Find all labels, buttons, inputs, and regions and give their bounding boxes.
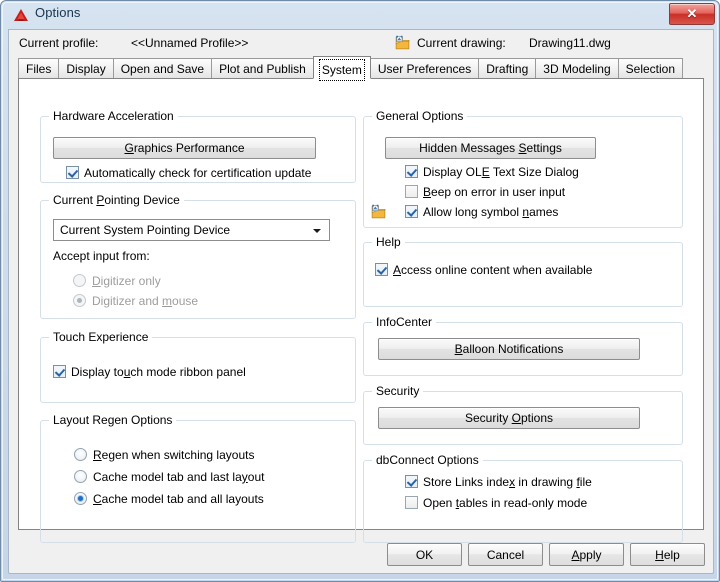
window-title: Options (35, 5, 81, 20)
close-icon: ✕ (686, 6, 698, 21)
display-ole-text-size-label: Display OLE Text Size Dialog (423, 165, 579, 179)
group-help-label: Help (372, 235, 405, 249)
group-security-label: Security (372, 384, 424, 398)
accept-input-from-label: Accept input from: (53, 249, 150, 263)
radio-icon (74, 448, 87, 461)
radio-icon (73, 274, 86, 287)
group-dbconnect-options-label: dbConnect Options (372, 453, 483, 467)
radio-icon (74, 492, 87, 505)
store-links-index-label: Store Links index in drawing file (423, 475, 592, 489)
close-button[interactable]: ✕ (669, 3, 715, 25)
group-general-options-label: General Options (372, 109, 468, 123)
radio-digitizer-only-label: Digitizer only (92, 274, 161, 288)
group-infocenter-label: InfoCenter (372, 315, 437, 329)
tab-open-and-save[interactable]: Open and Save (112, 58, 213, 79)
checkbox-icon (405, 165, 418, 178)
tab-display[interactable]: Display (58, 58, 114, 79)
apply-button[interactable]: Apply (549, 543, 624, 566)
title-bar: Options ✕ (1, 1, 720, 29)
ok-button-label: OK (415, 548, 434, 562)
radio-icon (74, 470, 87, 483)
store-links-index-checkbox[interactable]: Store Links index in drawing file (405, 475, 592, 489)
tab-3d-modeling[interactable]: 3D Modeling (535, 58, 619, 79)
cancel-button-label: Cancel (486, 548, 525, 562)
options-dialog-window: Options ✕ Current profile: <<Unnamed Pro… (0, 0, 720, 582)
balloon-notifications-button[interactable]: Balloon Notifications (378, 338, 640, 360)
current-drawing-label: Current drawing: (417, 36, 506, 50)
checkbox-icon (405, 185, 418, 198)
checkbox-icon (405, 496, 418, 509)
dialog-client-area: Current profile: <<Unnamed Profile>> Cur… (8, 29, 714, 574)
access-online-content-checkbox[interactable]: Access online content when available (375, 263, 592, 277)
security-options-button-label: Security Options (464, 411, 554, 425)
profile-header-row: Current profile: <<Unnamed Profile>> Cur… (9, 30, 713, 58)
system-tab-page: Hardware Acceleration Graphics Performan… (18, 78, 704, 543)
tab-system[interactable]: System (312, 56, 371, 81)
auto-check-certification-label: Automatically check for certification up… (84, 166, 312, 180)
drawing-file-icon (395, 35, 410, 50)
radio-regen-when-switching[interactable]: Regen when switching layouts (74, 448, 254, 462)
radio-cache-model-all-layouts-label: Cache model tab and all layouts (93, 492, 264, 506)
tab-strip: Files Display Open and Save Plot and Pub… (18, 56, 708, 100)
help-button-label: Help (655, 548, 680, 562)
ok-button[interactable]: OK (387, 543, 462, 566)
drawing-file-icon (371, 204, 386, 219)
hidden-messages-settings-button-label: Hidden Messages Settings (419, 141, 562, 155)
radio-digitizer-and-mouse[interactable]: Digitizer and mouse (73, 294, 198, 308)
beep-on-error-checkbox[interactable]: Beep on error in user input (405, 185, 565, 199)
checkbox-icon (53, 365, 66, 378)
checkbox-icon (405, 205, 418, 218)
display-ole-text-size-checkbox[interactable]: Display OLE Text Size Dialog (405, 165, 579, 179)
current-drawing-value: Drawing11.dwg (529, 36, 611, 50)
checkbox-icon (405, 475, 418, 488)
checkbox-icon (66, 166, 79, 179)
pointing-device-combobox[interactable]: Current System Pointing Device (53, 219, 330, 241)
group-layout-regen-options-label: Layout Regen Options (49, 413, 177, 427)
tab-plot-and-publish[interactable]: Plot and Publish (211, 58, 314, 79)
graphics-performance-button[interactable]: Graphics Performance (53, 137, 316, 159)
help-button[interactable]: Help (630, 543, 705, 566)
current-profile-value: <<Unnamed Profile>> (131, 36, 249, 50)
open-tables-readonly-checkbox[interactable]: Open tables in read-only mode (405, 496, 587, 510)
hidden-messages-settings-button[interactable]: Hidden Messages Settings (385, 137, 596, 159)
radio-icon (73, 294, 86, 307)
balloon-notifications-button-label: Balloon Notifications (454, 342, 564, 356)
tab-user-preferences[interactable]: User Preferences (369, 58, 480, 79)
autocad-logo-icon (14, 9, 28, 21)
cancel-button[interactable]: Cancel (468, 543, 543, 566)
allow-long-symbol-names-checkbox[interactable]: Allow long symbol names (405, 205, 558, 219)
group-current-pointing-device-label: Current Pointing Device (49, 193, 184, 207)
group-hardware-acceleration-label: Hardware Acceleration (49, 109, 178, 123)
beep-on-error-label: Beep on error in user input (423, 185, 566, 199)
pointing-device-combobox-value: Current System Pointing Device (60, 223, 231, 237)
current-profile-label: Current profile: (19, 36, 99, 50)
radio-cache-model-all-layouts[interactable]: Cache model tab and all layouts (74, 492, 264, 506)
security-options-button[interactable]: Security Options (378, 407, 640, 429)
tab-selection[interactable]: Selection (617, 58, 684, 79)
allow-long-symbol-names-label: Allow long symbol names (423, 205, 559, 219)
open-tables-readonly-label: Open tables in read-only mode (423, 496, 588, 510)
graphics-performance-button-label: raphics Performance (133, 141, 245, 155)
tab-drafting[interactable]: Drafting (478, 58, 537, 79)
apply-button-label: Apply (571, 548, 602, 562)
chevron-down-icon (313, 229, 321, 233)
access-online-content-label: Access online content when available (393, 263, 593, 277)
tab-files[interactable]: Files (18, 58, 60, 79)
radio-cache-model-last-layout-label: Cache model tab and last layout (93, 470, 265, 484)
radio-cache-model-last-layout[interactable]: Cache model tab and last layout (74, 470, 264, 484)
radio-digitizer-and-mouse-label: Digitizer and mouse (92, 294, 199, 308)
display-touch-ribbon-checkbox[interactable]: Display touch mode ribbon panel (53, 365, 246, 379)
group-touch-experience-label: Touch Experience (49, 330, 153, 344)
display-touch-ribbon-label: Display touch mode ribbon panel (71, 365, 246, 379)
auto-check-certification-checkbox[interactable]: Automatically check for certification up… (66, 166, 311, 180)
checkbox-icon (375, 263, 388, 276)
radio-regen-when-switching-label: Regen when switching layouts (93, 448, 255, 462)
radio-digitizer-only[interactable]: Digitizer only (73, 274, 161, 288)
